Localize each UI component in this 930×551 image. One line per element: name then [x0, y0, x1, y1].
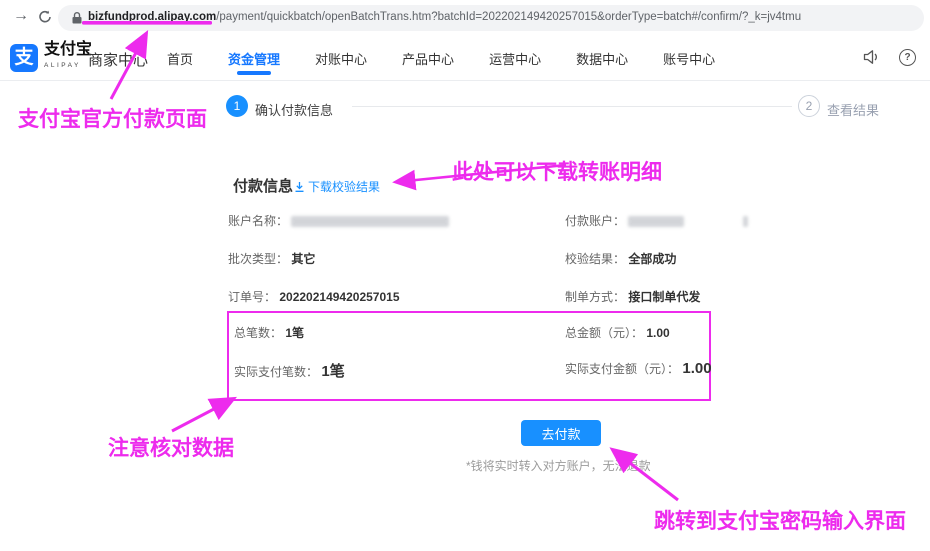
field-value: 全部成功 — [628, 252, 676, 266]
app-header: 支 支付宝 ALIPAY 商家中心 首页 资金管理 对账中心 产品中心 运营中心… — [0, 36, 930, 81]
field-total-count: 总笔数： 1笔 — [234, 324, 304, 341]
speaker-icon[interactable] — [862, 48, 880, 66]
field-label: 付款账户： — [565, 214, 625, 228]
field-label: 总金额（元）： — [565, 326, 643, 340]
field-label: 制单方式： — [565, 290, 625, 304]
field-verify-result: 校验结果： 全部成功 — [565, 250, 676, 267]
lock-icon — [71, 11, 83, 25]
field-value: 1.00 — [646, 326, 669, 340]
field-actual-amount: 实际支付金额（元）： 1.00 — [565, 360, 712, 377]
field-label: 实际支付笔数： — [234, 365, 318, 379]
screenshot-frame: → bizfundprod.alipay.com/payment/quickba… — [0, 0, 930, 551]
main-nav: 首页 资金管理 对账中心 产品中心 运营中心 数据中心 账号中心 — [167, 49, 715, 68]
annotation-verify-data: 注意核对数据 — [108, 432, 234, 462]
pay-button[interactable]: 去付款 — [521, 420, 601, 446]
field-value: 1笔 — [285, 326, 304, 340]
field-account-name: 账户名称： — [228, 212, 449, 229]
pay-note: *钱将实时转入对方账户，无法退款 — [466, 457, 651, 474]
field-label: 实际支付金额（元）： — [565, 362, 679, 376]
address-bar[interactable]: bizfundprod.alipay.com/payment/quickbatc… — [58, 5, 924, 31]
arrow-to-summary-box — [172, 399, 233, 431]
url-path: /payment/quickbatch/openBatchTrans.htm?b… — [216, 11, 801, 23]
field-label: 总笔数： — [234, 326, 282, 340]
annotation-redirect-password: 跳转到支付宝密码输入界面 — [654, 505, 906, 535]
nav-item-products[interactable]: 产品中心 — [402, 49, 454, 68]
url-domain: bizfundprod.alipay.com — [88, 11, 216, 23]
help-icon[interactable]: ? — [899, 49, 916, 66]
forward-icon[interactable]: → — [13, 7, 29, 25]
alipay-logo-icon[interactable]: 支 — [10, 44, 38, 72]
download-link-label: 下载校验结果 — [308, 178, 380, 195]
annotation-arrows-overlay — [0, 0, 930, 551]
brand-name: 支付宝 — [44, 42, 92, 58]
reload-icon[interactable] — [37, 9, 53, 25]
url-text: bizfundprod.alipay.com/payment/quickbatc… — [88, 11, 801, 23]
field-batch-type: 批次类型： 其它 — [228, 250, 315, 267]
field-label: 账户名称： — [228, 214, 288, 228]
redacted-payer-account-suffix — [743, 216, 748, 227]
section-title: 付款信息 — [233, 175, 293, 196]
brand: 支付宝 ALIPAY — [44, 42, 92, 74]
brand-sub: ALIPAY — [44, 58, 92, 74]
field-label: 订单号： — [228, 290, 276, 304]
merchant-center-link[interactable]: 商家中心 — [88, 49, 148, 70]
redacted-account-name — [291, 216, 449, 227]
field-value: 202202149420257015 — [279, 290, 399, 304]
nav-item-funds[interactable]: 资金管理 — [228, 49, 280, 68]
field-total-amount: 总金额（元）： 1.00 — [565, 324, 670, 341]
field-actual-count: 实际支付笔数： 1笔 — [234, 360, 345, 381]
browser-toolbar: → bizfundprod.alipay.com/payment/quickba… — [0, 0, 930, 37]
field-order-method: 制单方式： 接口制单代发 — [565, 288, 700, 305]
nav-item-account[interactable]: 账号中心 — [663, 49, 715, 68]
nav-item-data[interactable]: 数据中心 — [576, 49, 628, 68]
field-value: 1.00 — [682, 360, 711, 377]
field-value: 接口制单代发 — [628, 290, 700, 304]
annotation-official-page: 支付宝官方付款页面 — [18, 103, 207, 133]
redacted-payer-account — [628, 216, 684, 227]
download-icon — [294, 181, 305, 193]
field-value: 其它 — [291, 252, 315, 266]
step-2-label: 查看结果 — [827, 100, 879, 119]
field-label: 批次类型： — [228, 252, 288, 266]
field-payer-account: 付款账户： — [565, 212, 748, 229]
nav-item-home[interactable]: 首页 — [167, 49, 193, 68]
field-order-number: 订单号： 202202149420257015 — [228, 288, 400, 305]
nav-item-reconciliation[interactable]: 对账中心 — [315, 49, 367, 68]
step-1-badge: 1 — [226, 95, 248, 117]
annotation-download-detail: 此处可以下载转账明细 — [452, 156, 662, 186]
download-verify-link[interactable]: 下载校验结果 — [294, 178, 380, 195]
field-label: 校验结果： — [565, 252, 625, 266]
step-connector — [352, 106, 792, 107]
step-1-label: 确认付款信息 — [255, 100, 333, 119]
field-value: 1笔 — [321, 363, 344, 380]
step-2-badge: 2 — [798, 95, 820, 117]
nav-item-operations[interactable]: 运营中心 — [489, 49, 541, 68]
